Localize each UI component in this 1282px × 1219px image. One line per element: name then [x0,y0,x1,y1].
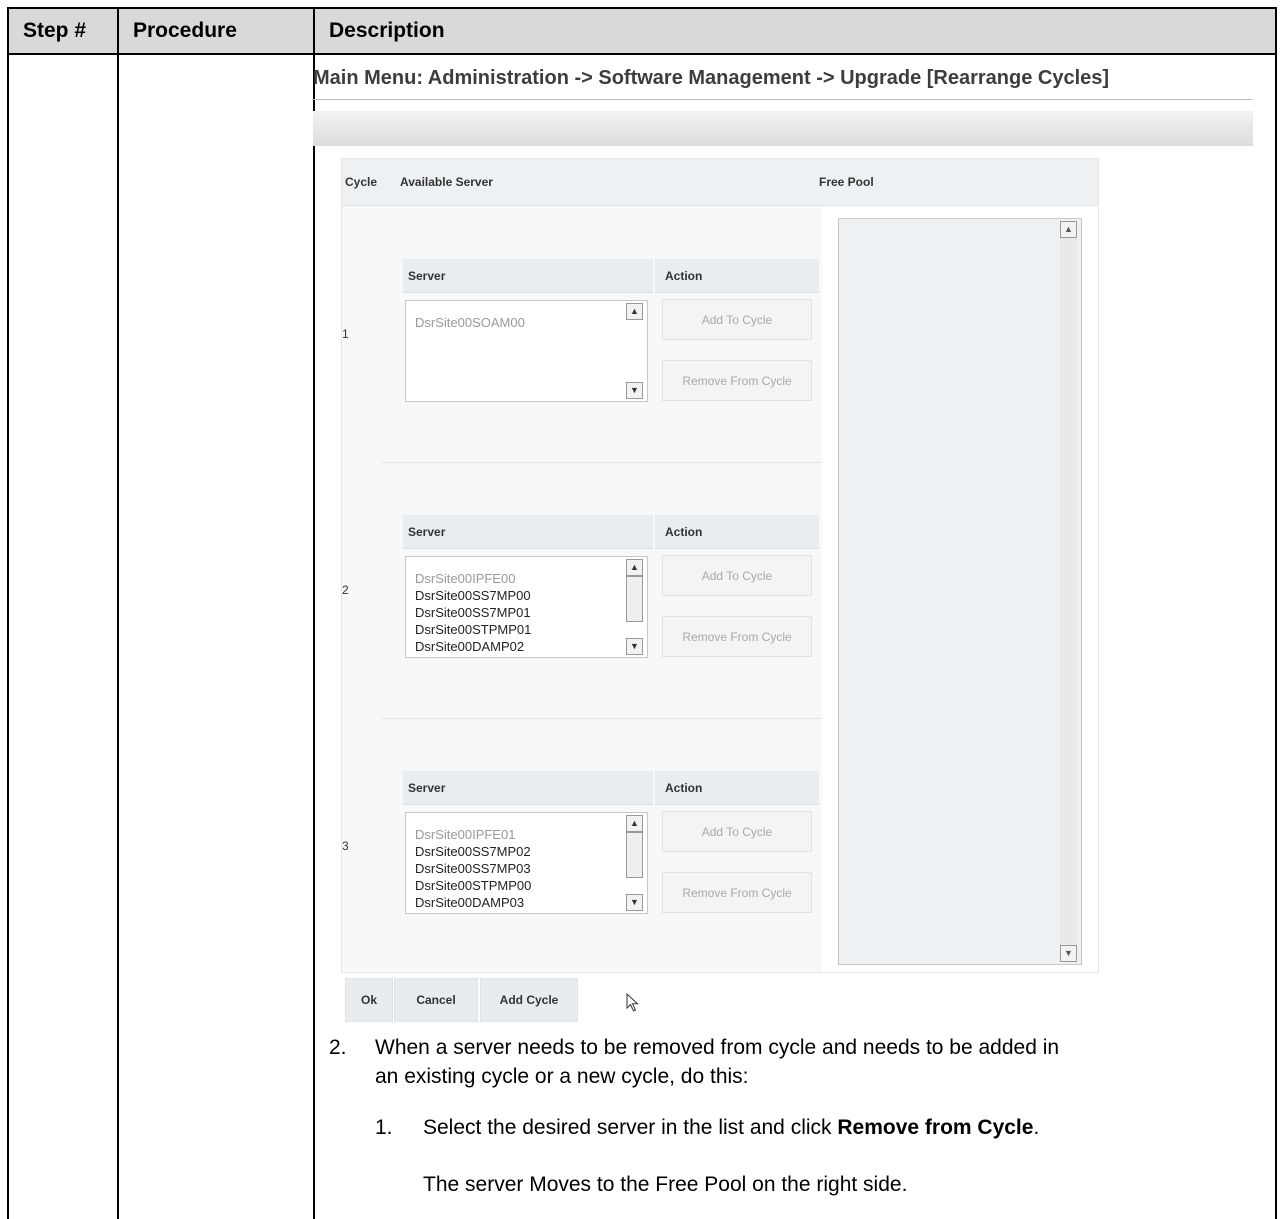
scroll-up-icon[interactable]: ▲ [626,815,643,832]
remove-from-cycle-button[interactable]: Remove From Cycle [662,872,812,913]
add-cycle-button[interactable]: Add Cycle [480,978,578,1022]
substep-number-1: 1. [375,1116,393,1139]
server-option[interactable]: DsrSite00SS7MP03 [415,860,531,877]
substep-1-text: Select the desired server in the list an… [423,1116,1040,1139]
server-option[interactable]: DsrSite00IPFE00 [415,570,531,587]
cancel-button[interactable]: Cancel [394,978,478,1022]
scroll-up-icon[interactable]: ▲ [626,303,643,320]
toolbar-band [313,111,1253,146]
substep-1-note: The server Moves to the Free Pool on the… [423,1173,908,1196]
row-divider [382,718,822,719]
mouse-pointer-icon [626,993,639,1012]
header-step-number: Step # [7,7,119,55]
server-listbox-cycle-1[interactable]: DsrSite00SOAM00 ▲ ▼ [405,300,648,402]
listbox-scrollbar[interactable]: ▲ ▼ [626,559,643,655]
server-option[interactable]: DsrSite00SS7MP00 [415,587,531,604]
title-divider [312,99,1252,100]
step-2-line-1: When a server needs to be removed from c… [375,1036,1060,1059]
column-available-server: Available Server [400,175,493,189]
header-description: Description [313,7,1277,55]
server-option[interactable]: DsrSite00IPFE01 [415,826,531,843]
rearrange-cycles-panel: Cycle Available Server Free Pool 1 Serve… [341,158,1099,973]
listbox-scrollbar[interactable]: ▲ ▼ [626,303,643,399]
scroll-down-icon[interactable]: ▼ [626,894,643,911]
scroll-down-icon[interactable]: ▼ [626,638,643,655]
listbox-scrollbar[interactable]: ▲ ▼ [626,815,643,911]
row-divider [382,462,822,463]
free-pool-listbox[interactable]: ▲ ▼ [838,218,1082,965]
server-option[interactable]: DsrSite00DAMP03 [415,894,531,910]
server-column-header: Server [403,515,653,549]
scroll-up-icon[interactable]: ▲ [1060,221,1077,238]
add-to-cycle-button[interactable]: Add To Cycle [662,299,812,340]
server-column-header: Server [403,771,653,805]
cycle-number-3: 3 [342,839,349,853]
server-option[interactable]: DsrSite00SS7MP02 [415,843,531,860]
free-pool-scrollbar[interactable]: ▲ ▼ [1060,221,1077,962]
action-column-header: Action [655,259,819,293]
column-free-pool: Free Pool [819,175,874,189]
step-2-line-2: an existing cycle or a new cycle, do thi… [375,1065,749,1088]
server-column-header: Server [403,259,653,293]
scroll-down-icon[interactable]: ▼ [626,382,643,399]
server-option[interactable]: DsrSite00STPMP01 [415,621,531,638]
table-border-step [117,55,119,1219]
scroll-up-icon[interactable]: ▲ [626,559,643,576]
header-procedure: Procedure [117,7,315,55]
server-listbox-cycle-3[interactable]: DsrSite00IPFE01 DsrSite00SS7MP02 DsrSite… [405,812,648,914]
server-option[interactable]: DsrSite00STPMP00 [415,877,531,894]
table-border-right [1275,55,1277,1219]
server-list-items: DsrSite00SOAM00 [415,314,525,398]
server-option[interactable]: DsrSite00SOAM00 [415,314,525,331]
panel-header: Cycle Available Server Free Pool [342,159,1098,206]
server-list-items: DsrSite00IPFE00 DsrSite00SS7MP00 DsrSite… [415,570,531,654]
action-column-header: Action [655,771,819,805]
table-border-procedure [313,55,315,1219]
page-title: Main Menu: Administration -> Software Ma… [313,67,1110,89]
cycle-number-1: 1 [342,327,349,341]
scroll-down-icon[interactable]: ▼ [1060,945,1077,962]
add-to-cycle-button[interactable]: Add To Cycle [662,811,812,852]
server-list-items: DsrSite00IPFE01 DsrSite00SS7MP02 DsrSite… [415,826,531,910]
server-option[interactable]: DsrSite00SS7MP01 [415,604,531,621]
remove-from-cycle-emphasis: Remove from Cycle [837,1116,1034,1139]
remove-from-cycle-button[interactable]: Remove From Cycle [662,616,812,657]
action-column-header: Action [655,515,819,549]
scroll-thumb[interactable] [626,576,643,622]
add-to-cycle-button[interactable]: Add To Cycle [662,555,812,596]
remove-from-cycle-button[interactable]: Remove From Cycle [662,360,812,401]
step-number-2: 2. [329,1036,347,1059]
table-border-left [7,55,9,1219]
scroll-thumb[interactable] [626,832,643,878]
server-option[interactable]: DsrSite00DAMP02 [415,638,531,654]
cycle-number-2: 2 [342,583,349,597]
server-listbox-cycle-2[interactable]: DsrSite00IPFE00 DsrSite00SS7MP00 DsrSite… [405,556,648,658]
column-cycle: Cycle [345,175,378,189]
ok-button[interactable]: Ok [345,978,393,1022]
